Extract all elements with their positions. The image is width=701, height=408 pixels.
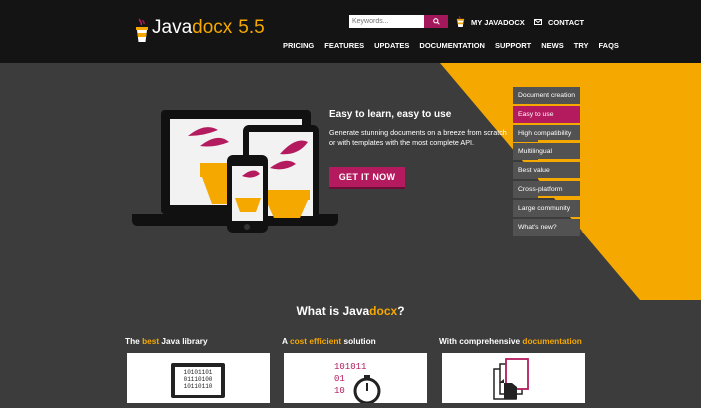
tab-underline: [538, 140, 580, 142]
tab-easy-to-use[interactable]: Easy to use: [513, 105, 580, 123]
binary-line: 01110100: [184, 376, 213, 383]
title-pre: A: [282, 336, 290, 346]
binary-line: 01: [334, 374, 345, 384]
title-pre: With comprehensive: [439, 336, 523, 346]
tab-cross-platform[interactable]: Cross-platform: [513, 180, 580, 198]
column-title-best-library: The best Java library: [125, 336, 208, 346]
tab-label: Document creation: [518, 92, 576, 99]
tab-document-creation[interactable]: Document creation: [513, 87, 580, 104]
documents-hand-icon: [493, 358, 529, 400]
devices-illustration: [132, 110, 338, 233]
search-input[interactable]: [349, 15, 424, 28]
column-title-documentation: With comprehensive documentation: [439, 336, 582, 346]
title-post: Java library: [159, 336, 208, 346]
logo-version: 5.5: [238, 17, 265, 38]
tab-label: Best value: [518, 167, 550, 175]
binary-line: 10110110: [184, 383, 213, 390]
binary-line: 10: [334, 386, 345, 396]
logo-text: Javadocx 5.5: [152, 17, 265, 39]
tab-high-compatibility[interactable]: High compatibility: [513, 124, 580, 142]
hero-section: Easy to learn, easy to use Generate stun…: [0, 63, 701, 300]
nav-item-support[interactable]: SUPPORT: [490, 40, 536, 52]
tab-label: High compatibility: [518, 129, 572, 137]
my-javadocx-label: MY JAVADOCX: [471, 17, 525, 27]
feature-tabs: Document creation Easy to use High compa…: [513, 87, 580, 237]
logo-accent: docx: [192, 17, 233, 38]
laptop-binary-icon: 10101101 01110100 10110110: [171, 363, 225, 398]
card-best-library: 10101101 01110100 10110110: [127, 353, 270, 403]
nav-item-features[interactable]: FEATURES: [319, 40, 369, 52]
get-it-now-button[interactable]: GET IT NOW: [329, 167, 405, 187]
section-heading: What is Javadocx?: [0, 304, 701, 318]
site-header: Javadocx5.5 MY JAVADOCX CONTACT PRICING …: [0, 0, 701, 63]
main-nav: PRICING FEATURES UPDATES DOCUMENTATION S…: [278, 40, 624, 52]
tab-underline: [538, 158, 580, 161]
tab-label: Easy to use: [518, 110, 554, 118]
tab-underline: [538, 177, 580, 180]
search-icon: [432, 18, 440, 25]
contact-label: CONTACT: [548, 17, 585, 27]
what-is-section: What is Javadocx? The best Java library …: [0, 300, 701, 405]
stopwatch-binary-icon: 101011 01 10: [334, 362, 381, 405]
heading-accent: docx: [369, 304, 398, 318]
hero-description: Generate stunning documents on a breeze …: [329, 128, 507, 147]
title-accent: best: [142, 336, 160, 346]
title-post: solution: [341, 336, 376, 346]
tab-whats-new[interactable]: What's new?: [513, 218, 580, 236]
hero-title: Easy to learn, easy to use: [329, 109, 452, 120]
search-button[interactable]: [424, 15, 448, 28]
tab-label: Cross-platform: [518, 185, 563, 193]
cup-icon: [456, 16, 465, 27]
heading-prefix: What is Java: [296, 304, 370, 318]
search-form: [349, 15, 448, 28]
title-accent: documentation: [522, 336, 582, 346]
envelope-icon: [534, 19, 542, 25]
title-accent: cost efficient: [290, 336, 342, 346]
tab-label: Multilingual: [518, 148, 553, 156]
heading-suffix: ?: [397, 304, 405, 318]
nav-item-faqs[interactable]: FAQS: [593, 40, 623, 52]
contact-link[interactable]: CONTACT: [534, 14, 584, 30]
logo-prefix: Java: [152, 17, 193, 38]
tab-multilingual[interactable]: Multilingual: [513, 143, 580, 161]
tab-best-value[interactable]: Best value: [513, 162, 580, 180]
tab-large-community[interactable]: Large community: [513, 199, 580, 217]
my-javadocx-link[interactable]: MY JAVADOCX: [456, 14, 525, 30]
nav-item-pricing[interactable]: PRICING: [278, 40, 319, 52]
tab-label: What's new?: [518, 223, 557, 231]
column-title-cost-efficient: A cost efficient solution: [282, 336, 376, 346]
nav-item-documentation[interactable]: DOCUMENTATION: [414, 40, 490, 52]
nav-item-try[interactable]: TRY: [569, 40, 594, 52]
card-cost-efficient: 101011 01 10: [284, 353, 427, 405]
tab-label: Large community: [518, 204, 571, 212]
binary-line: 101011: [334, 362, 366, 372]
tab-underline: [538, 196, 580, 198]
nav-item-updates[interactable]: UPDATES: [369, 40, 414, 52]
title-pre: The: [125, 336, 143, 346]
cup-icon: [136, 18, 148, 42]
nav-item-news[interactable]: NEWS: [536, 40, 569, 52]
binary-line: 10101101: [184, 369, 213, 376]
card-documentation: [442, 353, 585, 403]
